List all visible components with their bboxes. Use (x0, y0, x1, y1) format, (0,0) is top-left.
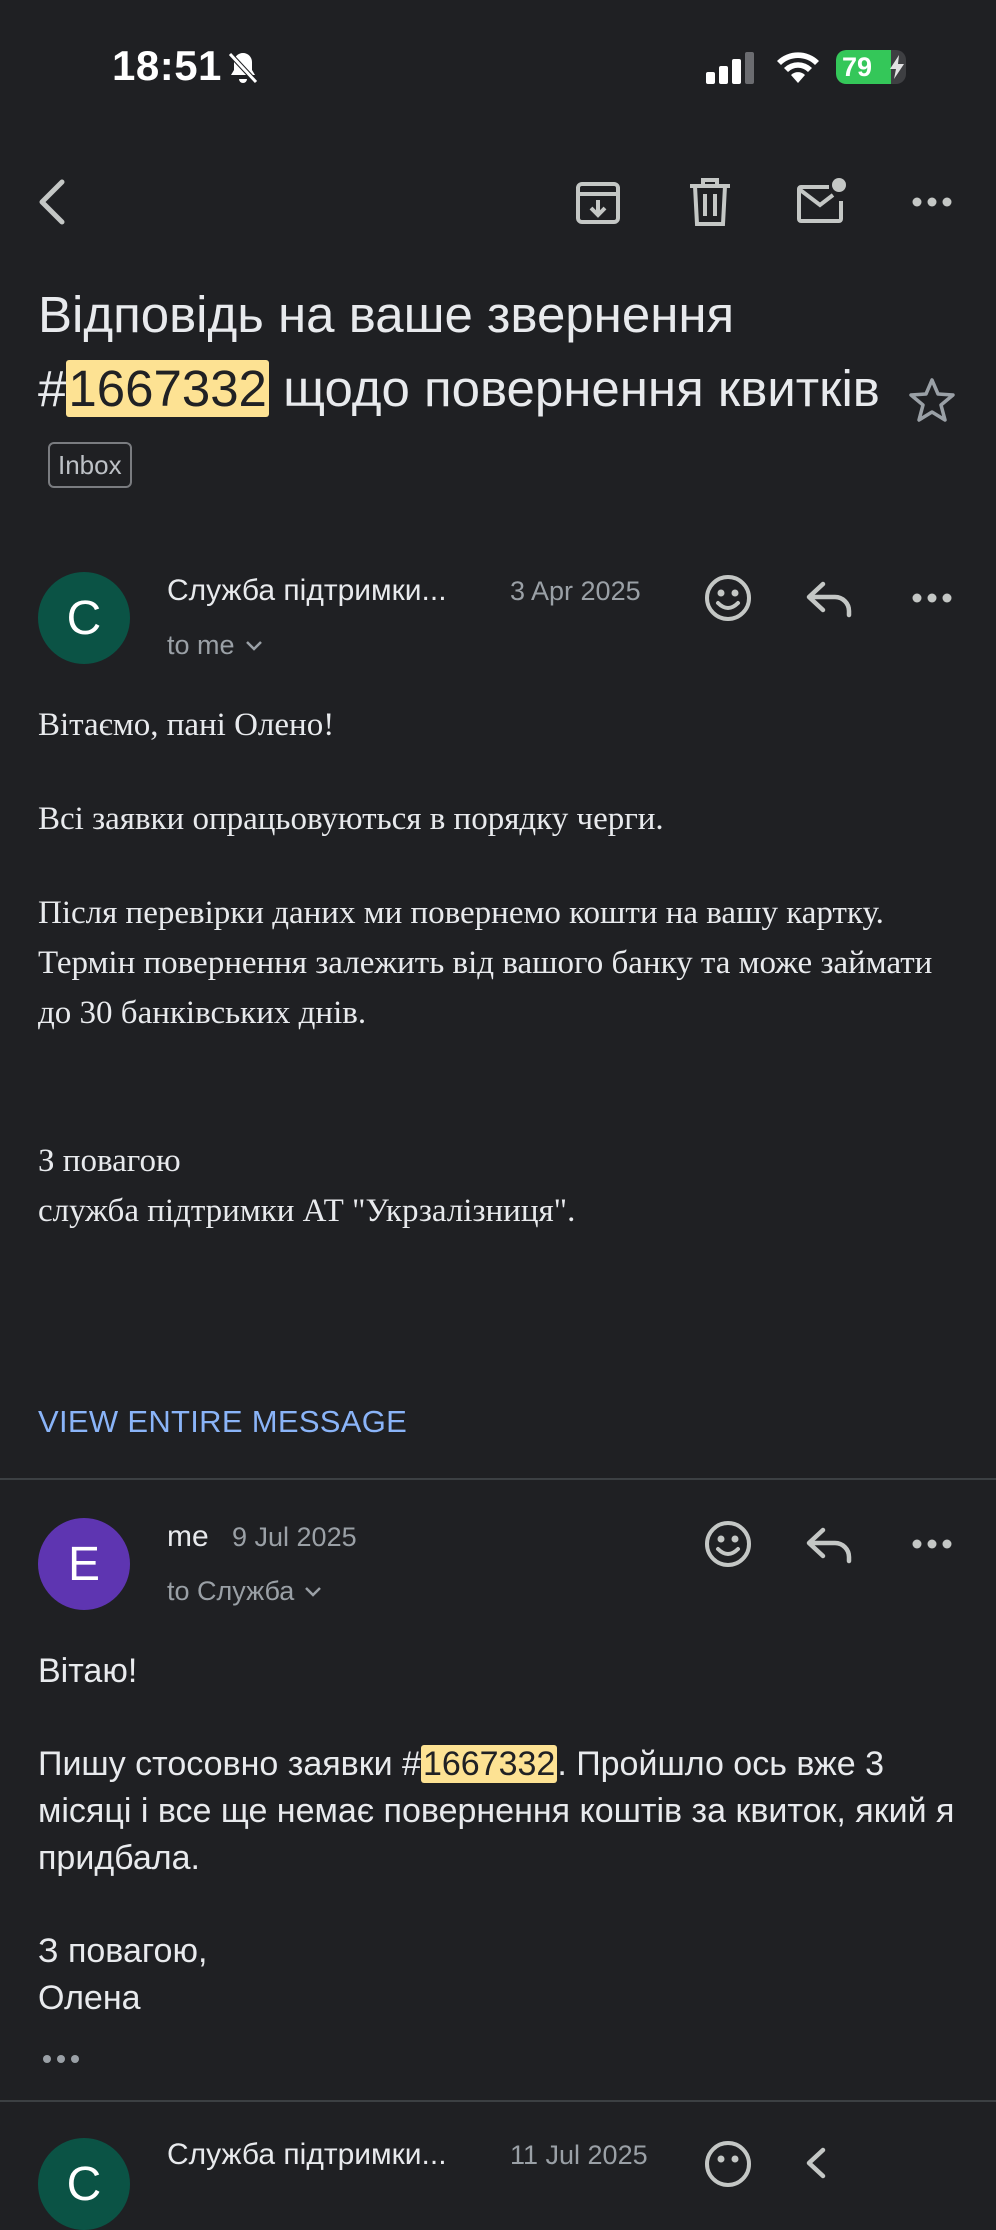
reply-icon (806, 1527, 852, 1564)
star-icon (909, 378, 955, 422)
reply-icon (806, 2147, 826, 2179)
message-divider (0, 2100, 996, 2102)
avatar-letter: E (67, 1537, 100, 1591)
bell-muted-icon (226, 50, 260, 91)
email-subject: Відповідь на ваше звернення #1667332 щод… (38, 278, 898, 500)
battery-percent: 79 (842, 52, 873, 82)
react-emoji-button[interactable] (700, 2136, 756, 2192)
body-highlight: 1667332 (420, 1745, 558, 1783)
body-paragraph: Пишу стосовно заявки #1667332. Пройшло о… (38, 1741, 968, 1882)
trash-icon (690, 178, 730, 226)
body-signature: Олена (38, 1979, 141, 2017)
react-emoji-button[interactable] (700, 1516, 756, 1572)
view-entire-message-link[interactable]: VIEW ENTIRE MESSAGE (38, 1404, 407, 1440)
body-signature: З повагою, (38, 1932, 208, 1970)
subject-text-end: щодо повернення квитків (268, 360, 880, 417)
reply-button[interactable] (800, 1516, 860, 1572)
message-date: 11 Jul 2025 (510, 2140, 648, 2170)
message-more-button[interactable] (904, 570, 960, 626)
sender-name[interactable]: Служба підтримки... (167, 574, 447, 608)
status-time: 18:51 (112, 42, 222, 89)
body-text: Пишу стосовно заявки # (38, 1745, 421, 1783)
star-button[interactable] (906, 374, 958, 426)
message-divider (0, 1478, 996, 1480)
more-options-button[interactable] (904, 170, 960, 234)
ellipsis-icon (43, 2055, 79, 2063)
chevron-down-icon (245, 640, 262, 651)
body-signature: служба підтримки АТ "Укрзалізниця". (38, 1193, 576, 1229)
body-paragraph: Після перевірки даних ми повернемо кошти… (38, 895, 933, 1031)
message-date: 3 Apr 2025 (510, 576, 641, 606)
recipient-toggle[interactable]: to me (167, 630, 263, 661)
reply-button[interactable] (800, 2136, 860, 2192)
smiley-icon (705, 575, 751, 621)
avatar-letter: C (66, 2157, 102, 2211)
avatar-letter: C (66, 591, 102, 645)
reply-button[interactable] (800, 570, 860, 626)
body-greeting: Вітаємо, пані Олено! (38, 707, 335, 743)
subject-highlight: 1667332 (66, 360, 269, 417)
smiley-icon (705, 1521, 751, 1567)
message-body: Вітаю! Пишу стосовно заявки #1667332. Пр… (38, 1648, 968, 2022)
message-body: Вітаємо, пані Олено! Всі заявки опрацьов… (38, 700, 968, 1236)
reply-icon (806, 581, 852, 618)
charging-bolt-icon (890, 55, 904, 84)
sender-avatar[interactable]: E (38, 1518, 130, 1610)
message-date: 9 Jul 2025 (232, 1522, 357, 1552)
sender-avatar[interactable]: C (38, 572, 130, 664)
mail-unread-icon (797, 178, 846, 223)
recipient-text: to Служба (167, 1576, 295, 1606)
body-paragraph: Всі заявки опрацьовуються в порядку черг… (38, 801, 664, 837)
delete-button[interactable] (678, 170, 742, 234)
show-trimmed-content-button[interactable] (38, 2044, 84, 2074)
recipient-text: to me (167, 630, 235, 660)
wifi-icon (776, 49, 820, 88)
battery-indicator: 79 (836, 50, 906, 84)
message-more-button[interactable] (904, 1516, 960, 1572)
more-horizontal-icon (912, 1539, 952, 1549)
chevron-left-icon (39, 179, 65, 225)
chevron-down-icon (305, 1586, 322, 1597)
cellular-signal-icon (706, 52, 758, 89)
sender-avatar[interactable]: C (38, 2138, 130, 2230)
body-greeting: Вітаю! (38, 1652, 138, 1690)
archive-button[interactable] (566, 170, 630, 234)
sender-name[interactable]: me (167, 1520, 209, 1554)
mark-unread-button[interactable] (788, 168, 854, 234)
archive-icon (576, 182, 620, 224)
react-emoji-button[interactable] (700, 570, 756, 626)
sender-name[interactable]: Служба підтримки... (167, 2138, 447, 2172)
smiley-icon (705, 2141, 751, 2187)
more-horizontal-icon (912, 197, 952, 207)
body-signature: З повагою (38, 1143, 181, 1179)
recipient-toggle[interactable]: to Служба (167, 1576, 322, 1607)
back-button[interactable] (24, 170, 80, 234)
more-horizontal-icon (912, 593, 952, 603)
inbox-label[interactable]: Inbox (48, 442, 132, 488)
